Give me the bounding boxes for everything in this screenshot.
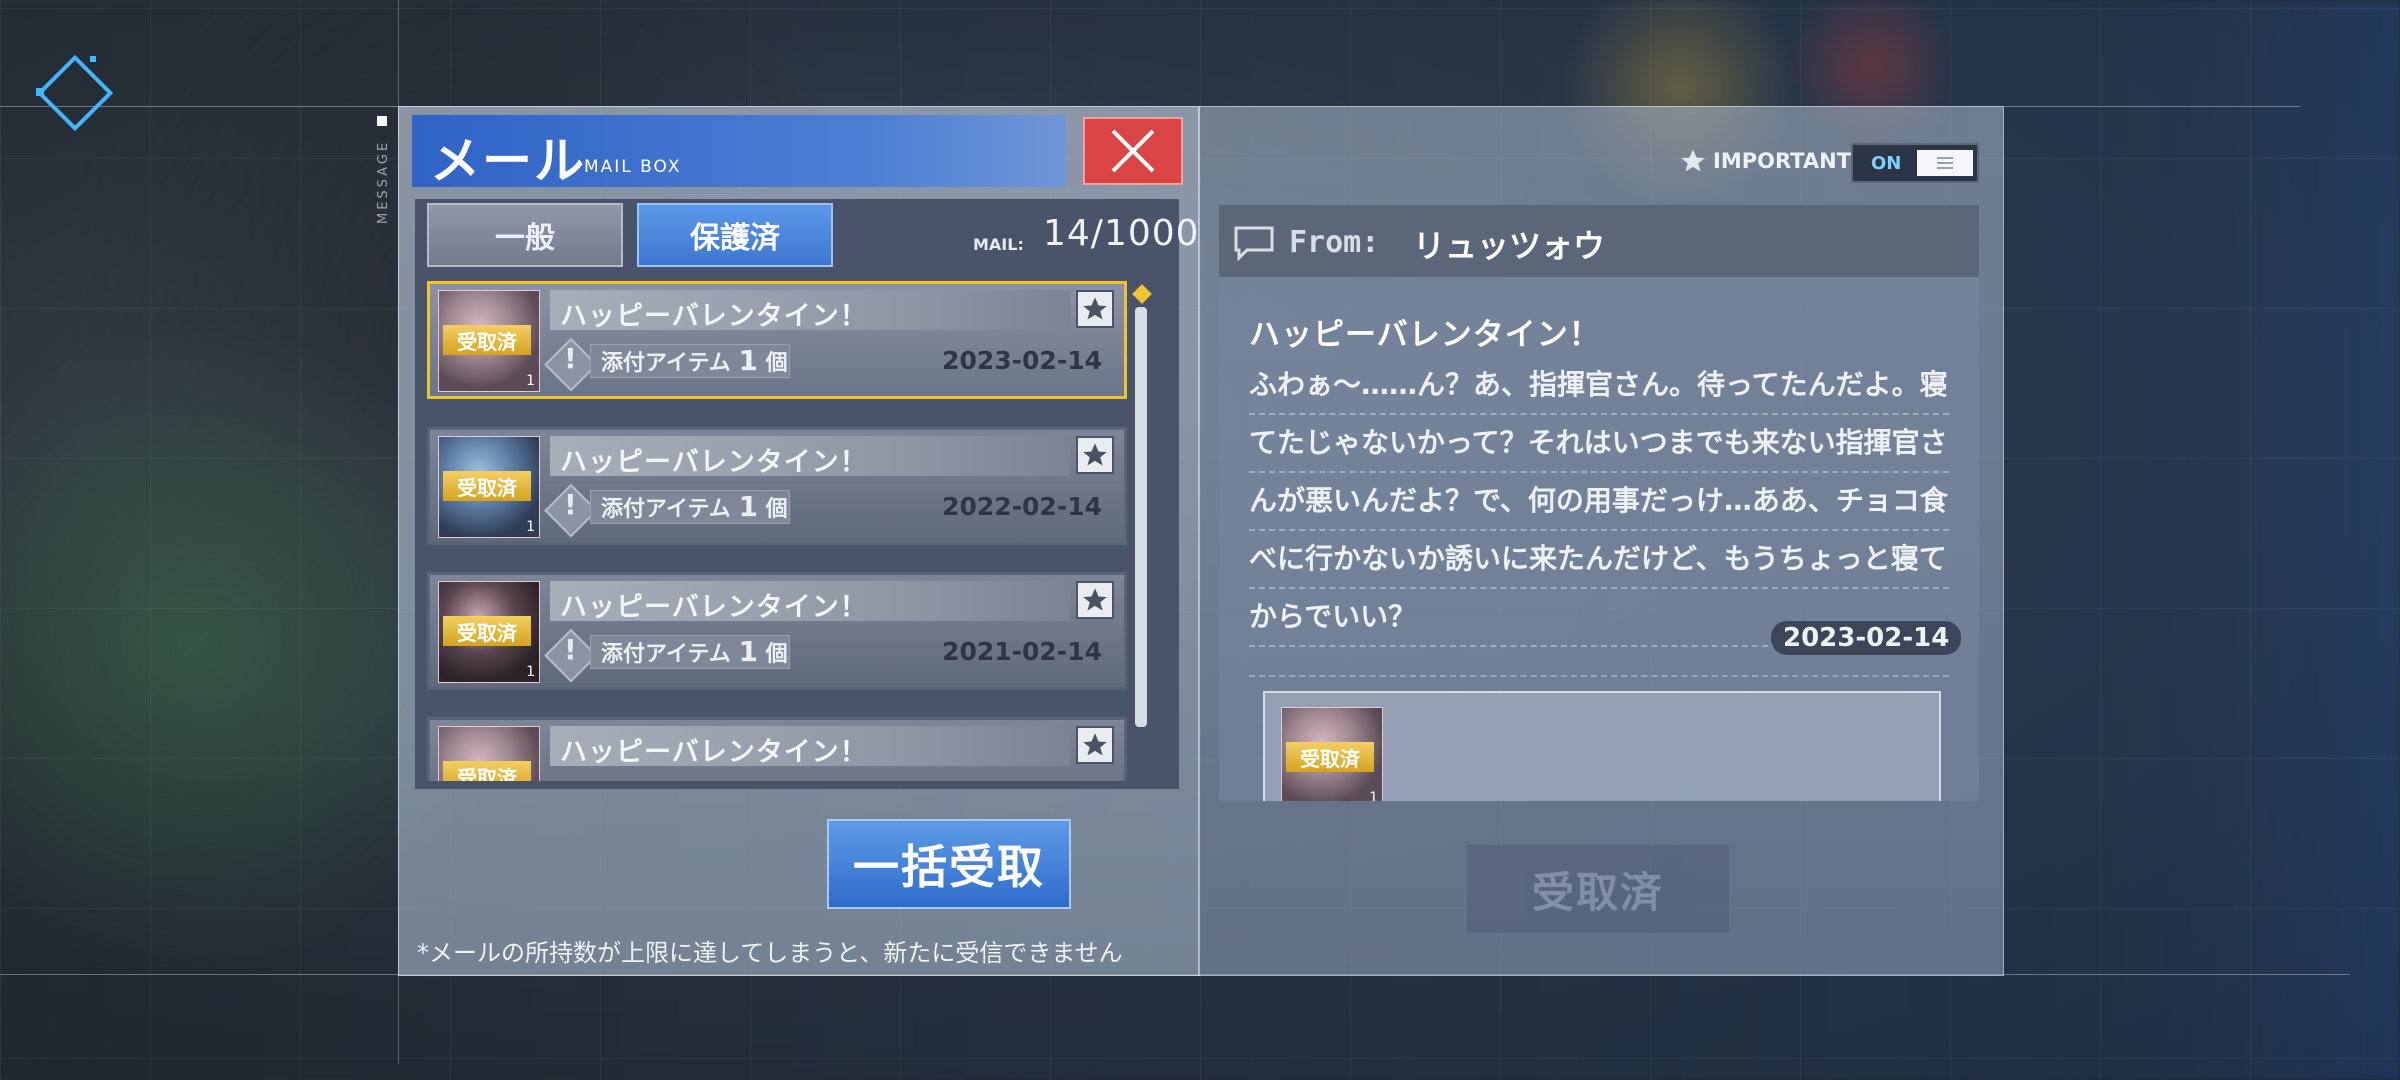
- attachment-info: ! 添付アイテム 1 個: [544, 337, 798, 392]
- attachment-unit: 個: [765, 351, 788, 376]
- mail-count: 14/1000: [1043, 213, 1200, 254]
- mail-date: 2023-02-14: [942, 346, 1102, 375]
- favorite-star-button[interactable]: [1076, 726, 1114, 764]
- avatar-count: 1: [526, 664, 535, 680]
- subject-bar: ハッピーバレンタイン！: [550, 581, 1070, 623]
- toggle-knob: [1917, 150, 1973, 176]
- avatar-count: 1: [1369, 790, 1378, 801]
- from-label: From:: [1289, 225, 1380, 260]
- scrollbar[interactable]: [1135, 307, 1147, 727]
- close-button[interactable]: [1083, 117, 1183, 185]
- mail-date: 2023-02-14: [1771, 621, 1962, 655]
- mailbox-subtitle: MAIL BOX: [584, 157, 682, 177]
- diamond-logo-icon[interactable]: [30, 48, 120, 138]
- subject-bar: ハッピーバレンタイン！: [550, 290, 1070, 332]
- avatar-count: 1: [526, 519, 535, 535]
- sender-name: リュッツォウ: [1413, 227, 1606, 265]
- star-icon: [1083, 297, 1107, 320]
- attachment-item[interactable]: 受取済 1: [1281, 707, 1383, 801]
- side-message-label: MESSAGE: [376, 139, 391, 224]
- mailbox-limit-notice: *メールの所持数が上限に達してしまうと、新たに受信できません: [417, 939, 1123, 967]
- attachment-box: 受取済 1: [1263, 691, 1941, 801]
- important-label: IMPORTANT: [1713, 149, 1852, 173]
- attachment-qty: 1: [738, 490, 758, 523]
- attachment-text: 添付アイテム: [601, 351, 731, 376]
- side-marker: [377, 116, 387, 126]
- menu-lines-icon: [1937, 157, 1953, 159]
- mail-item[interactable]: 受取済 1 ハッピーバレンタイン！ ! 添付アイテム 1 個 2021-02-1…: [427, 572, 1127, 690]
- status-badge: 受取済: [443, 471, 531, 501]
- favorite-star-button[interactable]: [1076, 290, 1114, 328]
- tab-protected[interactable]: 保護済: [637, 203, 833, 267]
- mailbox-title: メール: [430, 132, 586, 190]
- divider: [1249, 675, 1949, 677]
- mail-body-line: べに行かないか誘いに来たんだけど、もうちょっと寝て: [1249, 531, 1949, 589]
- avatar: 受取済 1: [438, 290, 540, 392]
- avatar: 受取済: [438, 726, 540, 781]
- avatar-count: 1: [526, 373, 535, 389]
- important-toggle[interactable]: ON: [1851, 143, 1979, 183]
- subject-bar: ハッピーバレンタイン！: [550, 726, 1070, 768]
- avatar: 受取済 1: [438, 581, 540, 683]
- mail-title: ハッピーバレンタイン！: [1249, 317, 1601, 353]
- mail-count-label: MAIL:: [973, 235, 1024, 254]
- exclamation-mark: !: [564, 633, 577, 666]
- attachment-info: ! 添付アイテム 1 個: [544, 628, 798, 683]
- mail-body: ふわぁ〜……ん？あ、指揮官さん。待ってたんだよ。寝 てたじゃないかって？それはい…: [1249, 357, 1949, 647]
- mail-body-line: ふわぁ〜……ん？あ、指揮官さん。待ってたんだよ。寝: [1249, 357, 1949, 415]
- tab-general[interactable]: 一般: [427, 203, 623, 267]
- mail-date: 2022-02-14: [942, 492, 1102, 521]
- attachment-label: 添付アイテム 1 個: [590, 635, 790, 669]
- mailbox-title-bar: メール MAIL BOX: [412, 115, 1066, 190]
- mail-item[interactable]: 受取済 1 ハッピーバレンタイン！ ! 添付アイテム 1 個 2023-02-1…: [427, 281, 1127, 399]
- subject-bar: ハッピーバレンタイン！: [550, 436, 1070, 478]
- mail-detail-box: From: リュッツォウ ハッピーバレンタイン！ ふわぁ〜……ん？あ、指揮官さん…: [1219, 205, 1979, 801]
- mail-list-container: 一般 保護済 MAIL: 14/1000 受取済 1 ハッピーバレンタイン！ !: [415, 199, 1199, 789]
- important-filter: IMPORTANT ON: [1679, 143, 1979, 183]
- toggle-state: ON: [1871, 153, 1902, 174]
- chat-bubble-icon: [1234, 226, 1274, 261]
- mailbox-panel: メール MAIL BOX 一般 保護済 MAIL: 14/1000 受取済 1 …: [398, 106, 1200, 976]
- mail-body-line: てたじゃないかって？それはいつまでも来ない指揮官さ: [1249, 415, 1949, 473]
- attachment-text: 添付アイテム: [601, 642, 731, 667]
- mail-item[interactable]: 受取済 1 ハッピーバレンタイン！ ! 添付アイテム 1 個 2022-02-1…: [427, 427, 1127, 545]
- status-badge: 受取済: [443, 325, 531, 355]
- exclamation-mark: !: [564, 342, 577, 375]
- status-badge: 受取済: [443, 761, 531, 781]
- attachment-label: 添付アイテム 1 個: [590, 490, 790, 524]
- mail-body-line: んが悪いんだよ？で、何の用事だっけ…ああ、チョコ食: [1249, 473, 1949, 531]
- attachment-qty: 1: [738, 344, 758, 377]
- sender-bar: From: リュッツォウ: [1219, 205, 1979, 277]
- mail-detail-panel: IMPORTANT ON From: リュッツォウ ハッピーバレンタイン！ ふわ…: [1198, 106, 2004, 976]
- star-icon: [1083, 733, 1107, 756]
- mail-subject: ハッピーバレンタイン！: [560, 301, 868, 332]
- attachment-qty: 1: [738, 635, 758, 668]
- favorite-star-button[interactable]: [1076, 581, 1114, 619]
- exclamation-mark: !: [564, 488, 577, 521]
- attachment-text: 添付アイテム: [601, 497, 731, 522]
- mail-list[interactable]: 受取済 1 ハッピーバレンタイン！ ! 添付アイテム 1 個 2023-02-1…: [427, 281, 1127, 781]
- mail-subject: ハッピーバレンタイン！: [560, 737, 868, 768]
- status-badge: 受取済: [443, 616, 531, 646]
- attachment-info: ! 添付アイテム 1 個: [544, 483, 798, 538]
- star-icon: [1681, 149, 1705, 172]
- attachment-unit: 個: [765, 642, 788, 667]
- star-icon: [1083, 443, 1107, 466]
- star-icon: [1083, 588, 1107, 611]
- receive-all-button[interactable]: 一括受取: [827, 819, 1071, 909]
- avatar: 受取済 1: [438, 436, 540, 538]
- mail-date: 2021-02-14: [942, 637, 1102, 666]
- status-badge: 受取済: [1286, 742, 1374, 772]
- mail-subject: ハッピーバレンタイン！: [560, 447, 868, 478]
- favorite-star-button[interactable]: [1076, 436, 1114, 474]
- attachment-unit: 個: [765, 497, 788, 522]
- attachment-label: 添付アイテム 1 個: [590, 344, 790, 378]
- mail-item[interactable]: 受取済 ハッピーバレンタイン！: [427, 717, 1127, 781]
- close-icon: [1111, 129, 1155, 173]
- mail-subject: ハッピーバレンタイン！: [560, 592, 868, 623]
- received-button[interactable]: 受取済: [1467, 845, 1729, 933]
